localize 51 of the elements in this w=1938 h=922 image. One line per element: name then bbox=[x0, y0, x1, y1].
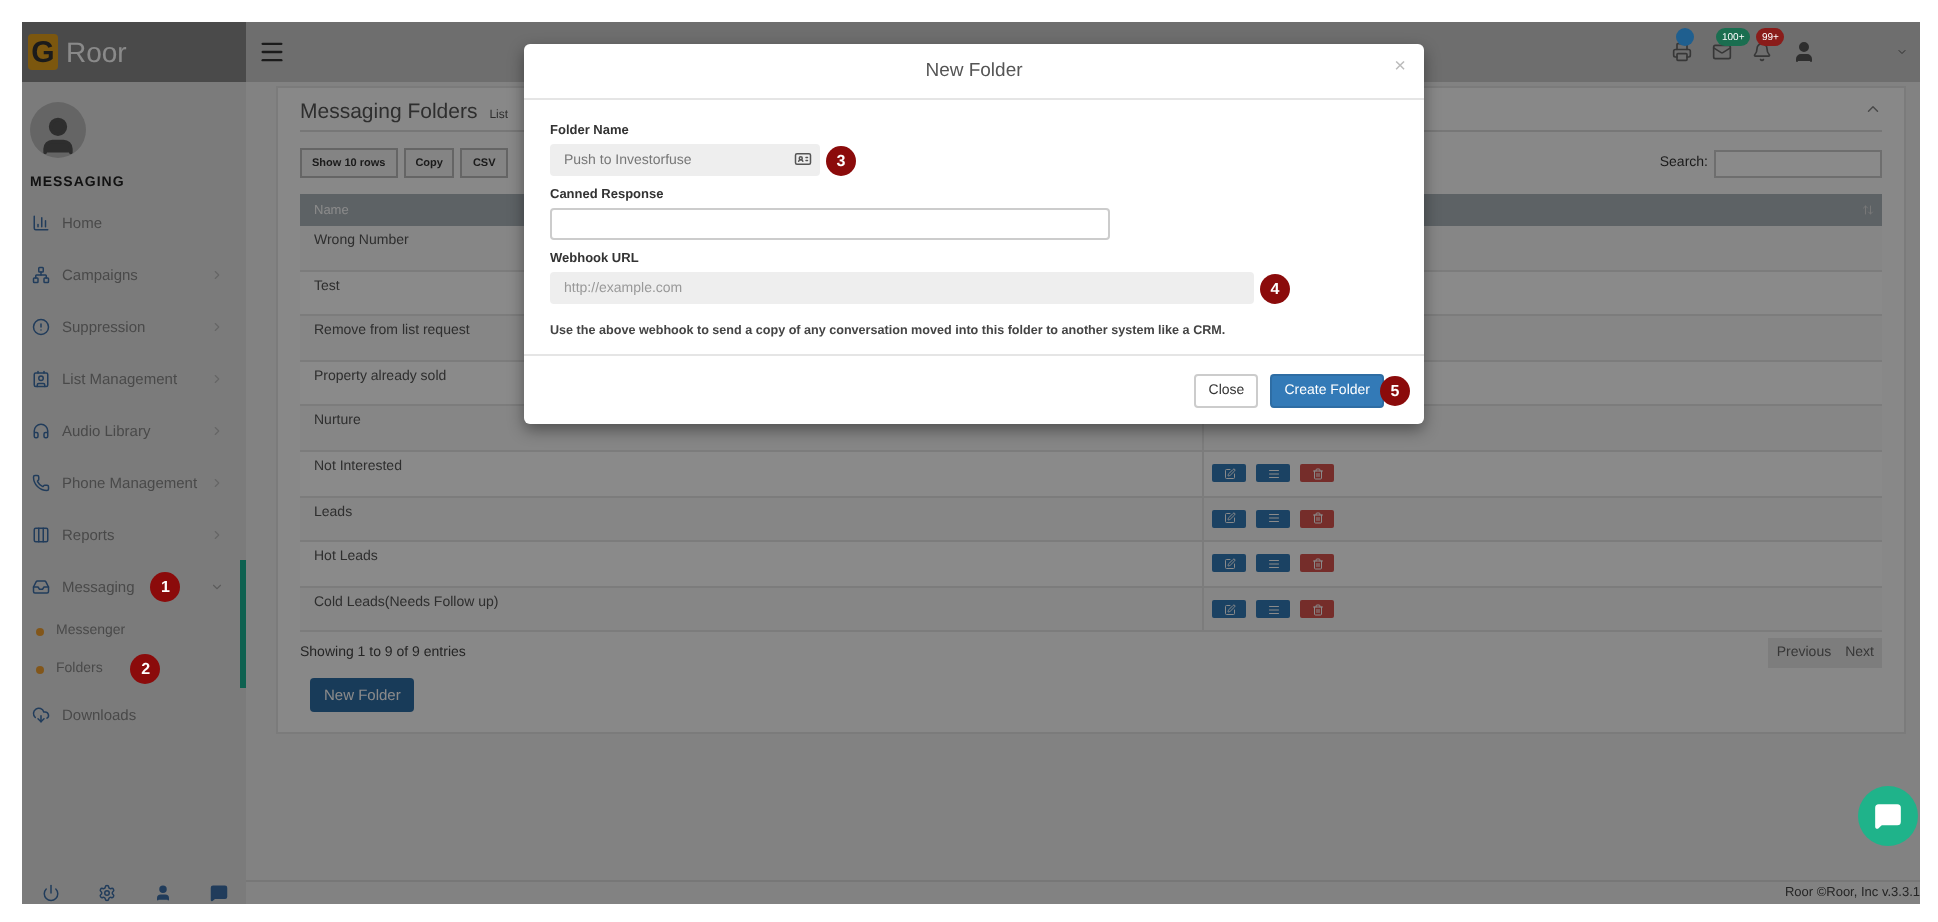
pencil-icon bbox=[1223, 603, 1235, 616]
list-icon bbox=[1267, 557, 1279, 570]
collapse-icon[interactable] bbox=[1864, 100, 1882, 118]
edit-button[interactable] bbox=[1212, 509, 1246, 528]
search-field[interactable] bbox=[1714, 149, 1882, 177]
trash-icon bbox=[1311, 467, 1323, 480]
trash-icon bbox=[1311, 557, 1323, 570]
list-icon bbox=[1267, 512, 1279, 525]
bell-icon[interactable] bbox=[1752, 42, 1772, 62]
annotation-marker: 5 bbox=[1380, 375, 1410, 405]
page-title: Messaging Folders bbox=[300, 100, 478, 124]
list-button[interactable] bbox=[1256, 554, 1290, 573]
list-button[interactable] bbox=[1256, 509, 1290, 528]
chevron-icon bbox=[210, 579, 224, 593]
annotation-marker: 3 bbox=[826, 145, 856, 175]
trash-icon bbox=[1311, 603, 1323, 616]
caret-icon[interactable] bbox=[1896, 46, 1908, 58]
avatar-icon bbox=[30, 101, 86, 157]
edit-button[interactable] bbox=[1212, 464, 1246, 483]
pencil-icon bbox=[1223, 512, 1235, 525]
modal-title: New Folder bbox=[925, 60, 1023, 82]
input-field[interactable] bbox=[550, 208, 1110, 240]
delete-button[interactable] bbox=[1300, 600, 1334, 619]
user-icon[interactable] bbox=[1792, 40, 1816, 64]
power-icon[interactable] bbox=[41, 883, 59, 901]
sort-icon bbox=[1862, 204, 1874, 216]
card-icon bbox=[794, 150, 812, 168]
printer-icon[interactable] bbox=[1672, 42, 1692, 62]
annotation-marker: 2 bbox=[130, 654, 161, 684]
user-icon[interactable] bbox=[153, 883, 171, 901]
list-button[interactable] bbox=[1256, 464, 1290, 483]
annotation-marker: 1 bbox=[150, 571, 181, 601]
pencil-icon bbox=[1223, 557, 1235, 570]
app-name: Roor bbox=[66, 36, 127, 68]
logo-mark: G bbox=[28, 34, 58, 70]
close-button[interactable]: × bbox=[1394, 56, 1406, 78]
delete-button[interactable] bbox=[1300, 464, 1334, 483]
list-icon bbox=[1267, 603, 1279, 616]
edit-button[interactable] bbox=[1212, 600, 1246, 619]
list-button[interactable] bbox=[1256, 600, 1290, 619]
edit-button[interactable] bbox=[1212, 554, 1246, 573]
settings-icon[interactable] bbox=[97, 883, 115, 901]
delete-button[interactable] bbox=[1300, 554, 1334, 573]
trash-icon bbox=[1311, 512, 1323, 525]
pencil-icon bbox=[1223, 467, 1235, 480]
list-icon bbox=[1267, 467, 1279, 480]
chat-icon[interactable] bbox=[209, 883, 227, 901]
annotation-marker: 4 bbox=[1260, 273, 1290, 303]
chat-icon bbox=[1874, 802, 1902, 830]
delete-button[interactable] bbox=[1300, 509, 1334, 528]
mail-icon[interactable] bbox=[1712, 42, 1732, 62]
